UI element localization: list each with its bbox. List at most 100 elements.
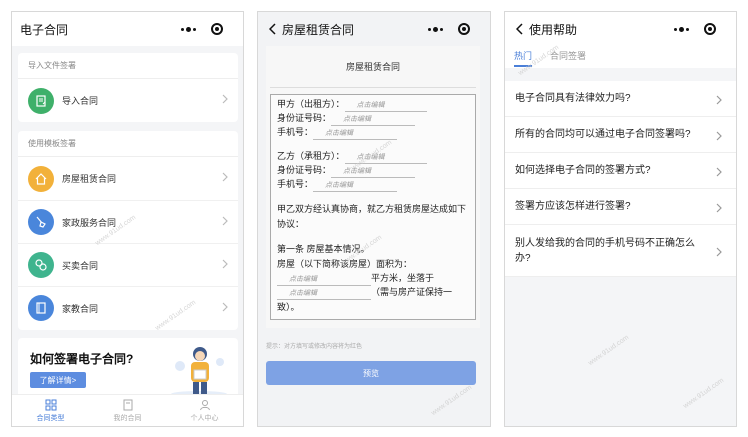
chevron-right-icon [716, 247, 722, 256]
faq-list: 电子合同具有法律效力吗? 所有的合同均可以通过电子合同签署吗? 如何选择电子合同… [505, 81, 736, 277]
page-title: 电子合同 [20, 22, 69, 37]
page-title: 房屋租赁合同 [282, 22, 355, 37]
faq-question: 所有的合同均可以通过电子合同签署吗? [515, 129, 691, 140]
tab-profile[interactable]: 个人中心 [166, 395, 243, 426]
tab-contract-types[interactable]: 合同类型 [12, 395, 89, 426]
tab-label: 个人中心 [190, 414, 219, 422]
help-screen: 使用帮助 热门 合同签署 电子合同具有法律效力吗? 所有的合同均可以通过电子合同… [504, 11, 737, 427]
contract-document: 房屋租赁合同 甲方（出租方）： 点击编辑 身份证号码： 点击编辑 手机号： 点击编辑 … [266, 46, 480, 328]
faq-question: 签署方应该怎样进行签署? [515, 201, 631, 212]
document-icon [123, 399, 132, 410]
nav-bar: 电子合同 [12, 12, 243, 46]
section-title: 使用模板签署 [18, 131, 238, 157]
party-b-phone-input[interactable]: 点击编辑 [313, 180, 398, 192]
banner-title: 如何签署电子合同? [30, 352, 134, 366]
import-card: 导入文件签署 导入合同 [18, 53, 238, 122]
id-label: 身份证号码： [277, 113, 332, 123]
faq-question: 电子合同具有法律效力吗? [515, 93, 631, 104]
watermark: www.91ud.com [587, 334, 631, 367]
watermark: www.91ud.com [682, 377, 726, 410]
close-icon[interactable] [450, 19, 478, 39]
broom-icon [28, 209, 54, 235]
page-title: 使用帮助 [529, 22, 578, 37]
tab-label: 我的合同 [113, 414, 142, 422]
document-import-icon [28, 87, 54, 114]
chevron-right-icon [222, 94, 228, 104]
more-icon[interactable] [420, 19, 450, 39]
contract-body: 甲方（出租方）： 点击编辑 身份证号码： 点击编辑 手机号： 点击编辑 乙方（承租方）… [270, 94, 476, 320]
chevron-right-icon [716, 95, 722, 104]
phone-label: 手机号： [277, 179, 314, 189]
faq-item[interactable]: 签署方应该怎样进行签署? [505, 189, 736, 225]
item-label: 家政服务合同 [62, 217, 117, 228]
area-unit-text: 平方米，坐落于 [371, 273, 435, 283]
faq-item[interactable]: 电子合同具有法律效力吗? [505, 81, 736, 117]
book-icon [28, 295, 54, 321]
chevron-right-icon [222, 259, 228, 269]
cert-note-end: 致）。 [277, 302, 300, 312]
tab-popular[interactable]: 热门 [514, 49, 533, 67]
house-area-input[interactable]: 点击编辑 [277, 274, 371, 286]
party-a-id-input[interactable]: 点击编辑 [331, 114, 416, 126]
more-icon[interactable] [173, 19, 203, 39]
document-title: 房屋租赁合同 [270, 46, 476, 88]
house-location-input[interactable]: 点击编辑 [277, 288, 371, 300]
item-label: 买卖合同 [62, 260, 99, 271]
tab-label: 合同类型 [36, 414, 65, 422]
contract-home-screen: 电子合同 导入文件签署 导入合同 使用模板签署 房屋租赁合同 家政服务合同 买卖… [11, 11, 244, 427]
back-arrow-icon[interactable] [262, 12, 282, 46]
grid-icon [45, 399, 56, 410]
faq-item[interactable]: 如何选择电子合同的签署方式? [505, 153, 736, 189]
template-item-tutoring[interactable]: 家教合同 [18, 286, 238, 329]
mini-program-capsule [666, 19, 728, 39]
lease-contract-screen: 房屋租赁合同 房屋租赁合同 甲方（出租方）： 点击编辑 身份证号码： 点击编辑 手机… [257, 11, 491, 427]
faq-question: 别人发给我的合同的手机号码不正确怎么办? [515, 237, 695, 264]
item-label: 导入合同 [62, 96, 99, 106]
phone-label: 手机号： [277, 127, 314, 137]
watermark: www.91ud.com [430, 384, 474, 417]
party-b-id-input[interactable]: 点击编辑 [331, 166, 416, 178]
chevron-right-icon [716, 167, 722, 176]
party-a-input[interactable]: 点击编辑 [344, 100, 427, 112]
party-b-label: 乙方（承租方）： [277, 151, 345, 161]
mini-program-capsule [420, 19, 482, 39]
tab-my-contracts[interactable]: 我的合同 [89, 395, 166, 426]
house-area-label: 房屋（以下简称该房屋）面积为： [277, 259, 413, 269]
template-item-sales[interactable]: 买卖合同 [18, 243, 238, 286]
item-label: 家教合同 [62, 303, 99, 314]
import-contract-item[interactable]: 导入合同 [18, 79, 238, 122]
party-a-label: 甲方（出租方）： [277, 99, 345, 109]
how-to-sign-banner[interactable]: 如何签署电子合同? 了解详情> [18, 338, 238, 400]
agreement-intro: 甲乙双方经认真协商，就乙方租赁房屋达成如下 [277, 204, 467, 214]
item-label: 房屋租赁合同 [62, 174, 117, 184]
chevron-right-icon [716, 203, 722, 212]
back-arrow-icon[interactable] [509, 12, 529, 46]
preview-button[interactable]: 预览 [266, 361, 476, 385]
nav-bar: 房屋租赁合同 [258, 12, 490, 46]
close-icon[interactable] [203, 19, 231, 39]
more-icon[interactable] [666, 19, 696, 39]
chevron-right-icon [222, 216, 228, 226]
cert-note: （需与房产证保持一 [371, 287, 453, 297]
id-label: 身份证号码： [277, 165, 332, 175]
faq-item[interactable]: 所有的合同均可以通过电子合同签署吗? [505, 117, 736, 153]
template-card: 使用模板签署 房屋租赁合同 家政服务合同 买卖合同 家教合同 [18, 131, 238, 330]
party-a-phone-input[interactable]: 点击编辑 [313, 128, 398, 140]
user-icon [199, 399, 210, 410]
chevron-right-icon [222, 302, 228, 312]
person-illustration-icon [171, 347, 227, 397]
chevron-right-icon [716, 131, 722, 140]
learn-more-button[interactable]: 了解详情> [30, 372, 86, 388]
section-title: 导入文件签署 [18, 53, 238, 79]
faq-question: 如何选择电子合同的签署方式? [515, 165, 651, 176]
faq-item[interactable]: 别人发给我的合同的手机号码不正确怎么办? [505, 225, 736, 277]
close-icon[interactable] [696, 19, 724, 39]
template-item-lease[interactable]: 房屋租赁合同 [18, 157, 238, 200]
agreement-intro-end: 协议： [277, 219, 305, 229]
chevron-right-icon [222, 172, 228, 182]
exchange-icon [28, 252, 54, 278]
edit-hint: 提示：对方填写或修改内容将为红色 [266, 344, 363, 350]
house-icon [28, 165, 54, 192]
mini-program-capsule [173, 19, 235, 39]
bottom-tab-bar: 合同类型 我的合同 个人中心 [12, 394, 243, 426]
